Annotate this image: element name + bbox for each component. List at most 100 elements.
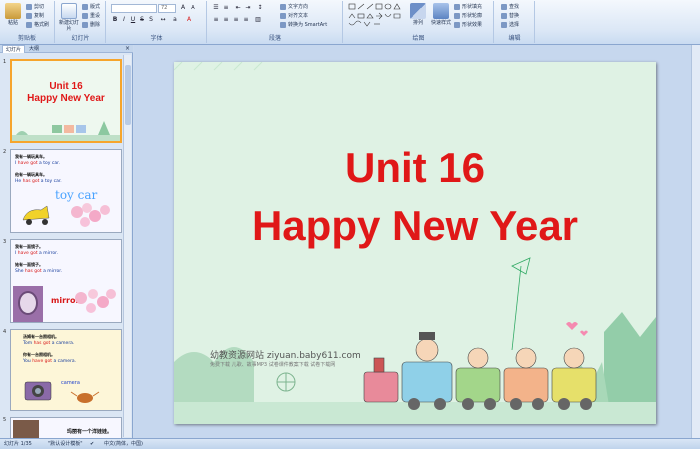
- thumb-illustration: [12, 121, 120, 141]
- status-theme: "默认设计模板": [48, 441, 83, 447]
- slide-thumbnail-2[interactable]: 我有一辆玩具车。 I have got a toy car. 他有一辆玩具车。 …: [10, 149, 122, 233]
- format-painter-button[interactable]: 格式刷: [26, 21, 49, 29]
- line-spacing-icon[interactable]: ↕: [256, 4, 264, 12]
- align-center-icon[interactable]: ≡: [222, 16, 230, 24]
- decrease-indent-icon[interactable]: ⇤: [234, 4, 242, 12]
- shadow-icon[interactable]: S: [147, 16, 155, 24]
- text-direction-button[interactable]: 文字方向: [280, 3, 308, 11]
- current-slide[interactable]: Unit 16 Happy New Year 幼教资源网站 ziyuan.bab…: [174, 62, 656, 424]
- arrange-icon: [410, 3, 426, 19]
- new-slide-icon: [61, 3, 77, 19]
- tab-outline[interactable]: 大纲: [26, 45, 42, 53]
- copy-button[interactable]: 复制: [26, 12, 44, 20]
- char-spacing-icon[interactable]: ↔: [159, 16, 167, 24]
- thumb-cn-line: 她有一面镜子。: [15, 262, 43, 267]
- clipboard-group-label: 剪贴板: [17, 35, 36, 42]
- thumb-number: 5: [3, 417, 7, 423]
- find-button[interactable]: 查找: [501, 3, 519, 11]
- italic-icon[interactable]: I: [120, 16, 128, 24]
- thumb-en-line: I have got a toy car.: [15, 161, 60, 166]
- thumb-en-line: She has got a mirror.: [15, 269, 63, 274]
- bold-icon[interactable]: B: [111, 16, 119, 24]
- thumb-cn-line: 我有一辆玩具车。: [15, 154, 47, 159]
- strikethrough-icon[interactable]: S: [138, 16, 146, 24]
- status-slide-number: 幻灯片 1/35: [4, 441, 32, 447]
- smartart-button[interactable]: 转换为 SmartArt: [280, 21, 327, 29]
- bullets-icon[interactable]: ☰: [212, 4, 220, 12]
- slide-thumbnail-3[interactable]: 我有一面镜子。 I have got a mirror. 她有一面镜子。 She…: [10, 239, 122, 323]
- ribbon: 粘贴 剪切 复制 格式刷 剪贴板 新建幻灯片 版式 重设 删除 幻灯片 72 A…: [0, 0, 700, 45]
- panel-tabs: 幻灯片 大纲 ×: [0, 45, 133, 53]
- reset-button[interactable]: 重设: [82, 12, 100, 20]
- panel-scrollbar-thumb[interactable]: [125, 65, 131, 125]
- thumb-illustration: [22, 203, 110, 227]
- shape-outline-button[interactable]: 形状轮廓: [454, 12, 482, 20]
- replace-button[interactable]: 替换: [501, 12, 519, 20]
- paragraph-group: ☰ ≡ ⇤ ⇥ ↕ ≡ ≡ ≡ ≡ ▥ 文字方向 对齐文本 转换为 SmartA…: [208, 1, 343, 43]
- paste-button[interactable]: 粘贴: [2, 3, 24, 26]
- quick-styles-icon: [433, 3, 449, 19]
- slide-thumbnail-4[interactable]: 汤姆有一台照相机。 Tom has got a camera. 你有一台照相机。…: [10, 329, 122, 411]
- status-language: 中文(简体，中国): [104, 441, 143, 447]
- close-icon[interactable]: ×: [125, 45, 130, 53]
- thumb-title-line2: Happy New Year: [27, 93, 105, 104]
- slides-panel: 幻灯片 大纲 × 1 Unit 16 Happy New Year 2 我有一辆…: [0, 45, 133, 438]
- thumb-title-line1: Unit 16: [49, 81, 83, 92]
- align-right-icon[interactable]: ≡: [232, 16, 240, 24]
- shapes-gallery[interactable]: [348, 3, 404, 29]
- thumb-illustration: [75, 289, 116, 313]
- thumb-number: 2: [3, 149, 7, 155]
- delete-slide-button[interactable]: 删除: [82, 21, 100, 29]
- slides-group-label: 幻灯片: [71, 35, 90, 42]
- panel-scrollbar[interactable]: [123, 55, 131, 437]
- cut-button[interactable]: 剪切: [26, 3, 44, 11]
- select-button[interactable]: 选择: [501, 21, 519, 29]
- align-text-button[interactable]: 对齐文本: [280, 12, 308, 20]
- font-size-combo[interactable]: 72: [158, 4, 176, 13]
- increase-indent-icon[interactable]: ⇥: [244, 4, 252, 12]
- align-left-icon[interactable]: ≡: [212, 16, 220, 24]
- thumb-number: 4: [3, 329, 7, 335]
- paste-icon: [5, 3, 21, 19]
- thumb-en-line: He has got a toy car.: [15, 179, 62, 184]
- slides-group: 新建幻灯片 版式 重设 删除 幻灯片: [56, 1, 106, 43]
- layout-button[interactable]: 版式: [82, 3, 100, 11]
- numbering-icon[interactable]: ≡: [222, 4, 230, 12]
- watermark-subtext: 免费下载 儿歌、故事MP3 试卷课件教案下载 试卷下载网: [210, 362, 336, 368]
- thumb-cn-line: 我有一面镜子。: [15, 244, 43, 249]
- editing-group: 查找 替换 选择 编辑: [495, 1, 535, 43]
- slide-scrollbar[interactable]: [691, 45, 700, 438]
- slide-title-line1[interactable]: Unit 16: [174, 144, 656, 192]
- columns-icon[interactable]: ▥: [254, 16, 262, 24]
- font-name-combo[interactable]: [111, 4, 157, 13]
- shape-effects-button[interactable]: 形状效果: [454, 21, 482, 29]
- font-color-icon[interactable]: A: [185, 16, 193, 24]
- thumb-cn-line: 他有一辆玩具车。: [15, 172, 47, 177]
- watermark-text: 幼教资源网站 ziyuan.baby611.com: [210, 351, 361, 361]
- status-bar: 幻灯片 1/35 "默认设计模板" ✔ 中文(简体，中国): [0, 438, 700, 449]
- thumb-number: 3: [3, 239, 7, 245]
- slide-title-line2[interactable]: Happy New Year: [174, 202, 656, 250]
- thumb-cn-line: 你有一台照相机。: [23, 352, 55, 357]
- shrink-font-icon[interactable]: A: [189, 4, 197, 12]
- quick-styles-button[interactable]: 快速样式: [430, 3, 452, 26]
- grow-font-icon[interactable]: A: [179, 4, 187, 12]
- thumb-cn-line: 玛丽有一个洋娃娃。: [67, 429, 113, 435]
- thumb-en-line: Tom has got a camera.: [23, 341, 75, 346]
- justify-icon[interactable]: ≡: [242, 16, 250, 24]
- editing-group-label: 编辑: [508, 35, 521, 42]
- thumb-cn-line: 汤姆有一台照相机。: [23, 334, 59, 339]
- change-case-icon[interactable]: a: [171, 16, 179, 24]
- slide-thumbnail-1[interactable]: Unit 16 Happy New Year: [10, 59, 122, 143]
- shape-fill-button[interactable]: 形状填充: [454, 3, 482, 11]
- thumb-en-line: You have got a camera.: [23, 359, 77, 364]
- spellcheck-icon[interactable]: ✔: [90, 439, 94, 449]
- underline-icon[interactable]: U: [129, 16, 137, 24]
- drawing-group: 排列 快速样式 形状填充 形状轮廓 形状效果 绘图: [344, 1, 494, 43]
- thumb-photo: [13, 286, 43, 322]
- slide-thumbnail-5[interactable]: 玛丽有一个洋娃娃。: [10, 417, 122, 438]
- tab-slides[interactable]: 幻灯片: [2, 45, 26, 53]
- font-group-label: 字体: [150, 35, 163, 42]
- arrange-button[interactable]: 排列: [408, 3, 428, 26]
- new-slide-button[interactable]: 新建幻灯片: [58, 3, 80, 32]
